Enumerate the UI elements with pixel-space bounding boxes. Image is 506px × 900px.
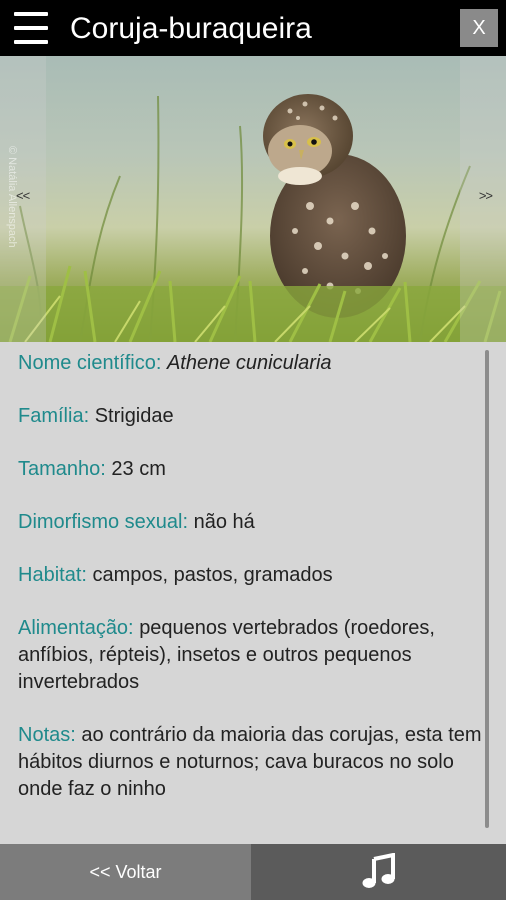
bottom-bar: << Voltar <box>0 844 506 900</box>
owl-illustration <box>0 94 506 342</box>
detail-row: Nome científico: Athene cunicularia <box>18 350 482 377</box>
page-title: Coruja-buraqueira <box>70 12 312 45</box>
detail-value: 23 cm <box>111 458 166 480</box>
detail-label: Tamanho: <box>18 458 106 480</box>
back-button[interactable]: << Voltar <box>0 844 251 900</box>
detail-value: campos, pastos, gramados <box>92 564 333 586</box>
photo-credit: © Natália Allenspach <box>6 146 18 248</box>
top-bar: Coruja-buraqueira X <box>0 0 506 56</box>
detail-value: Athene cunicularia <box>166 352 332 374</box>
next-arrow-label: >> <box>478 188 493 203</box>
bird-photo: << >> © Natália Allenspach <box>0 56 506 342</box>
detail-value: Strigidae <box>94 405 174 427</box>
detail-row: Habitat: campos, pastos, gramados <box>18 562 482 589</box>
detail-row: Dimorfismo sexual: não há <box>18 509 482 536</box>
species-details[interactable]: Nome científico: Athene cunicularia Famíl… <box>0 342 506 844</box>
detail-label: Nome científico: <box>18 352 162 374</box>
detail-value: não há <box>193 511 255 533</box>
play-sound-button[interactable] <box>251 844 506 900</box>
scrollbar[interactable] <box>485 350 489 828</box>
music-note-icon <box>362 853 395 888</box>
detail-label: Dimorfismo sexual: <box>18 511 189 533</box>
detail-value: ao contrário da maioria das corujas, est… <box>18 724 482 800</box>
hamburger-menu-icon[interactable] <box>14 12 48 44</box>
close-button[interactable]: X <box>460 9 498 47</box>
detail-row: Alimentação: pequenos vertebrados (roedo… <box>18 615 482 696</box>
detail-row: Família: Strigidae <box>18 403 482 430</box>
detail-label: Habitat: <box>18 564 87 586</box>
next-photo-button[interactable]: >> <box>460 56 506 342</box>
detail-label: Notas: <box>18 724 76 746</box>
detail-row: Notas: ao contrário da maioria das coruj… <box>18 722 482 803</box>
detail-label: Família: <box>18 405 90 427</box>
detail-label: Alimentação: <box>18 617 134 639</box>
detail-row: Tamanho: 23 cm <box>18 456 482 483</box>
